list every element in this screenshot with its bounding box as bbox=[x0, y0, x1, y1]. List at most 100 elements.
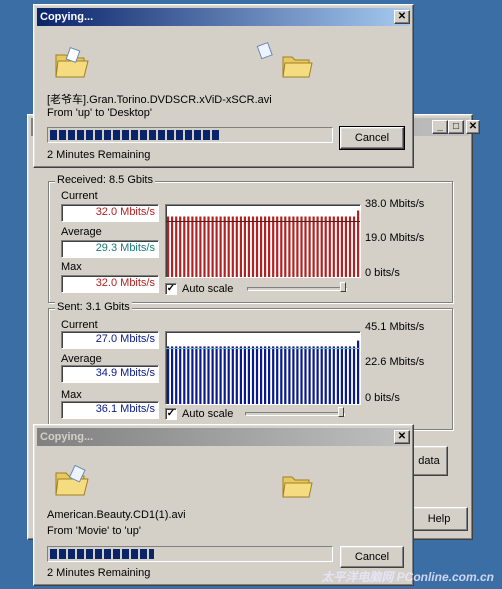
received-traffic-bar bbox=[292, 216, 295, 277]
sent-average-label: Average bbox=[61, 353, 102, 365]
received-traffic-bar bbox=[280, 216, 283, 277]
received-traffic-bar bbox=[219, 216, 222, 277]
sent-auto-scale-label[interactable]: Auto scale bbox=[182, 408, 233, 420]
destination-folder-icon bbox=[282, 56, 313, 78]
sent-traffic-bar bbox=[304, 346, 307, 404]
top-dialog-close-button[interactable]: ✕ bbox=[394, 10, 410, 24]
watermark: 太平洋电脑网 PConline.com.cn bbox=[321, 570, 494, 584]
received-traffic-bar bbox=[296, 216, 299, 277]
sent-traffic-bar bbox=[167, 346, 170, 404]
received-traffic-bar bbox=[255, 216, 259, 277]
top-dialog-titlebar[interactable]: Copying... bbox=[37, 8, 410, 26]
received-traffic-bar bbox=[227, 216, 230, 277]
received-traffic-bar bbox=[357, 210, 360, 277]
received-traffic-bar bbox=[288, 216, 291, 277]
sent-traffic-bar bbox=[324, 346, 327, 404]
sent-traffic-bar bbox=[280, 346, 283, 404]
data-button[interactable]: data bbox=[410, 446, 448, 476]
received-traffic-bar bbox=[308, 216, 311, 277]
received-traffic-bar bbox=[348, 216, 352, 277]
sent-traffic-bar bbox=[328, 346, 331, 404]
bottom-dialog-file-name: American.Beauty.CD1(1).avi bbox=[47, 509, 186, 521]
sent-scale-slider[interactable] bbox=[245, 412, 345, 416]
received-traffic-bar bbox=[179, 216, 182, 277]
sent-traffic-bar bbox=[247, 346, 250, 404]
sent-bars bbox=[166, 340, 360, 404]
received-traffic-bar bbox=[260, 216, 263, 277]
received-traffic-bar bbox=[247, 216, 250, 277]
received-traffic-bar bbox=[332, 216, 335, 277]
help-button[interactable]: Help bbox=[410, 507, 468, 531]
source-folder-icon bbox=[55, 465, 89, 496]
sent-traffic-bar bbox=[288, 346, 291, 404]
received-axis-mid: 19.0 Mbits/s bbox=[365, 232, 425, 244]
maximize-button[interactable]: □ bbox=[448, 120, 464, 134]
sent-traffic-bar bbox=[187, 346, 190, 404]
received-auto-scale-checkbox[interactable]: ✓ bbox=[165, 283, 177, 295]
received-traffic-bar bbox=[324, 216, 327, 277]
sent-max-label: Max bbox=[61, 389, 82, 401]
received-axis-top: 38.0 Mbits/s bbox=[365, 198, 425, 210]
sent-traffic-bar bbox=[260, 346, 263, 404]
received-group-label: Received: 8.5 Gbits bbox=[55, 174, 155, 186]
received-max-field: 32.0 Mbits/s bbox=[61, 275, 159, 293]
received-current-label: Current bbox=[61, 190, 98, 202]
received-traffic-bar bbox=[276, 216, 279, 277]
sent-traffic-bar bbox=[352, 346, 356, 404]
received-traffic-bar bbox=[284, 216, 287, 277]
sent-traffic-bar bbox=[348, 346, 352, 404]
sent-traffic-bar bbox=[207, 346, 210, 404]
received-scale-slider[interactable] bbox=[247, 287, 347, 291]
received-traffic-bar bbox=[336, 216, 339, 277]
sent-traffic-bar bbox=[284, 346, 287, 404]
received-traffic-bar bbox=[243, 216, 246, 277]
sent-current-label: Current bbox=[61, 319, 98, 331]
top-dialog-remaining: 2 Minutes Remaining bbox=[47, 149, 151, 161]
sent-traffic-bar bbox=[336, 346, 339, 404]
bottom-dialog-remaining: 2 Minutes Remaining bbox=[47, 567, 151, 579]
received-traffic-bar bbox=[223, 216, 226, 277]
sent-traffic-bar bbox=[344, 346, 347, 404]
top-dialog-file-name: [老爷车].Gran.Torino.DVDSCR.xViD-xSCR.avi bbox=[47, 94, 272, 106]
received-graph bbox=[165, 204, 361, 278]
received-traffic-bar bbox=[171, 216, 174, 277]
received-traffic-bar bbox=[191, 216, 194, 277]
received-traffic-bar bbox=[235, 216, 238, 277]
received-traffic-bar bbox=[199, 216, 202, 277]
received-traffic-bar bbox=[207, 216, 210, 277]
sent-traffic-bar bbox=[227, 346, 230, 404]
sent-slider-thumb[interactable] bbox=[338, 407, 344, 417]
received-group: Received: 8.5 Gbits Current 32.0 Mbits/s… bbox=[48, 174, 453, 303]
sent-auto-scale-checkbox[interactable]: ✓ bbox=[165, 408, 177, 420]
received-auto-scale-label[interactable]: Auto scale bbox=[182, 283, 233, 295]
sent-traffic-bar bbox=[332, 346, 335, 404]
close-button[interactable]: ✕ bbox=[466, 120, 480, 134]
sent-traffic-bar bbox=[340, 346, 343, 404]
received-traffic-bar bbox=[312, 216, 315, 277]
received-traffic-bar bbox=[344, 216, 347, 277]
minimize-button[interactable]: _ bbox=[432, 120, 448, 134]
received-traffic-bar bbox=[320, 216, 323, 277]
top-copy-dialog: Copying... ✕ [老爷车].Gran.Torino.DVDSCR.xV… bbox=[33, 4, 414, 168]
sent-traffic-bar bbox=[175, 346, 178, 404]
sent-group-label: Sent: 3.1 Gbits bbox=[55, 301, 132, 313]
received-max-label: Max bbox=[61, 261, 82, 273]
sent-traffic-bar bbox=[179, 346, 182, 404]
top-dialog-progress-bar bbox=[47, 127, 333, 143]
bottom-dialog-close-button[interactable]: ✕ bbox=[394, 430, 410, 444]
bottom-dialog-titlebar[interactable]: Copying... bbox=[37, 428, 410, 446]
received-slider-thumb[interactable] bbox=[340, 282, 346, 292]
bottom-dialog-title: Copying... bbox=[40, 431, 94, 443]
received-traffic-bar bbox=[300, 216, 303, 277]
sent-traffic-bar bbox=[312, 346, 315, 404]
sent-traffic-bar bbox=[243, 346, 246, 404]
sent-traffic-bar bbox=[231, 346, 234, 404]
sent-graph bbox=[165, 331, 361, 405]
bottom-dialog-cancel-button[interactable]: Cancel bbox=[340, 546, 404, 568]
received-traffic-bar bbox=[187, 216, 190, 277]
received-bars bbox=[166, 210, 360, 277]
received-axis-bottom: 0 bits/s bbox=[365, 267, 400, 279]
sent-max-field: 36.1 Mbits/s bbox=[61, 401, 159, 419]
top-dialog-cancel-button[interactable]: Cancel bbox=[339, 126, 405, 150]
source-folder-icon bbox=[55, 47, 89, 78]
